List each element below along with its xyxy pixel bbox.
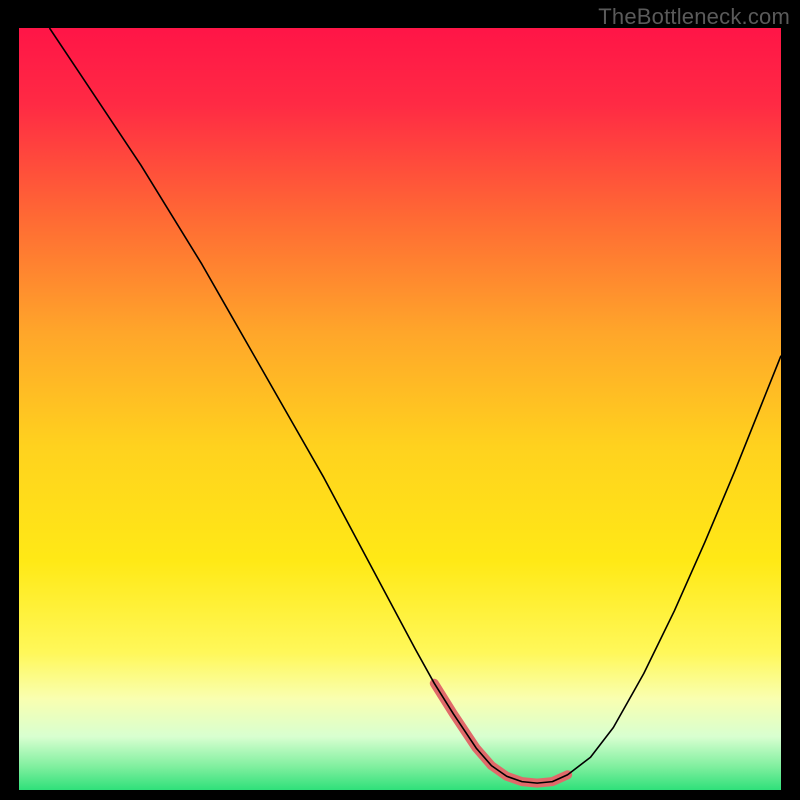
- chart-frame: TheBottleneck.com: [0, 0, 800, 800]
- plot-area: [19, 28, 781, 790]
- watermark-text: TheBottleneck.com: [598, 4, 790, 30]
- chart-svg: [19, 28, 781, 790]
